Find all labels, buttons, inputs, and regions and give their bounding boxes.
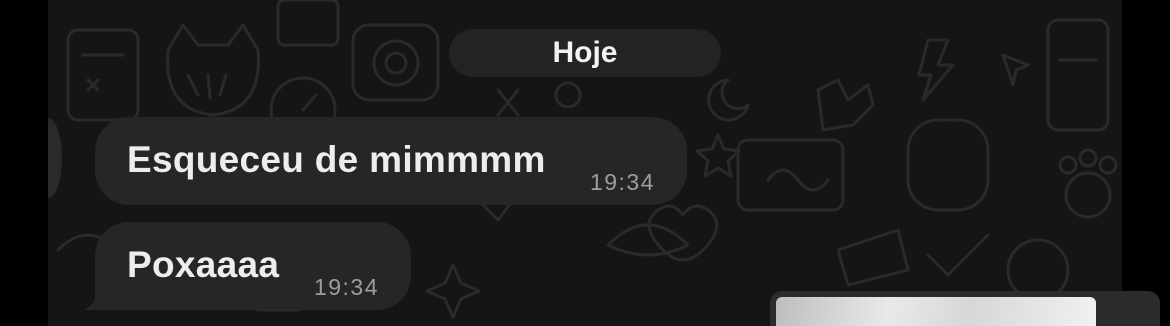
date-separator: Hoje xyxy=(449,29,721,77)
message-bubble[interactable]: Esqueceu de mimmmm 19:34 xyxy=(95,117,687,205)
thumbnail-image xyxy=(776,297,1096,326)
message-timestamp: 19:34 xyxy=(589,169,655,195)
message-text: Poxaaaa xyxy=(127,244,280,285)
media-thumbnail[interactable] xyxy=(770,291,1160,326)
chat-area: Hoje Esqueceu de mimmmm 19:34 Poxaaaa 19… xyxy=(48,0,1122,326)
message-text: Esqueceu de mimmmm xyxy=(127,139,546,180)
message-timestamp: 19:34 xyxy=(313,274,379,300)
date-separator-label: Hoje xyxy=(552,36,618,69)
message-bubble[interactable]: Poxaaaa 19:34 xyxy=(95,222,411,310)
